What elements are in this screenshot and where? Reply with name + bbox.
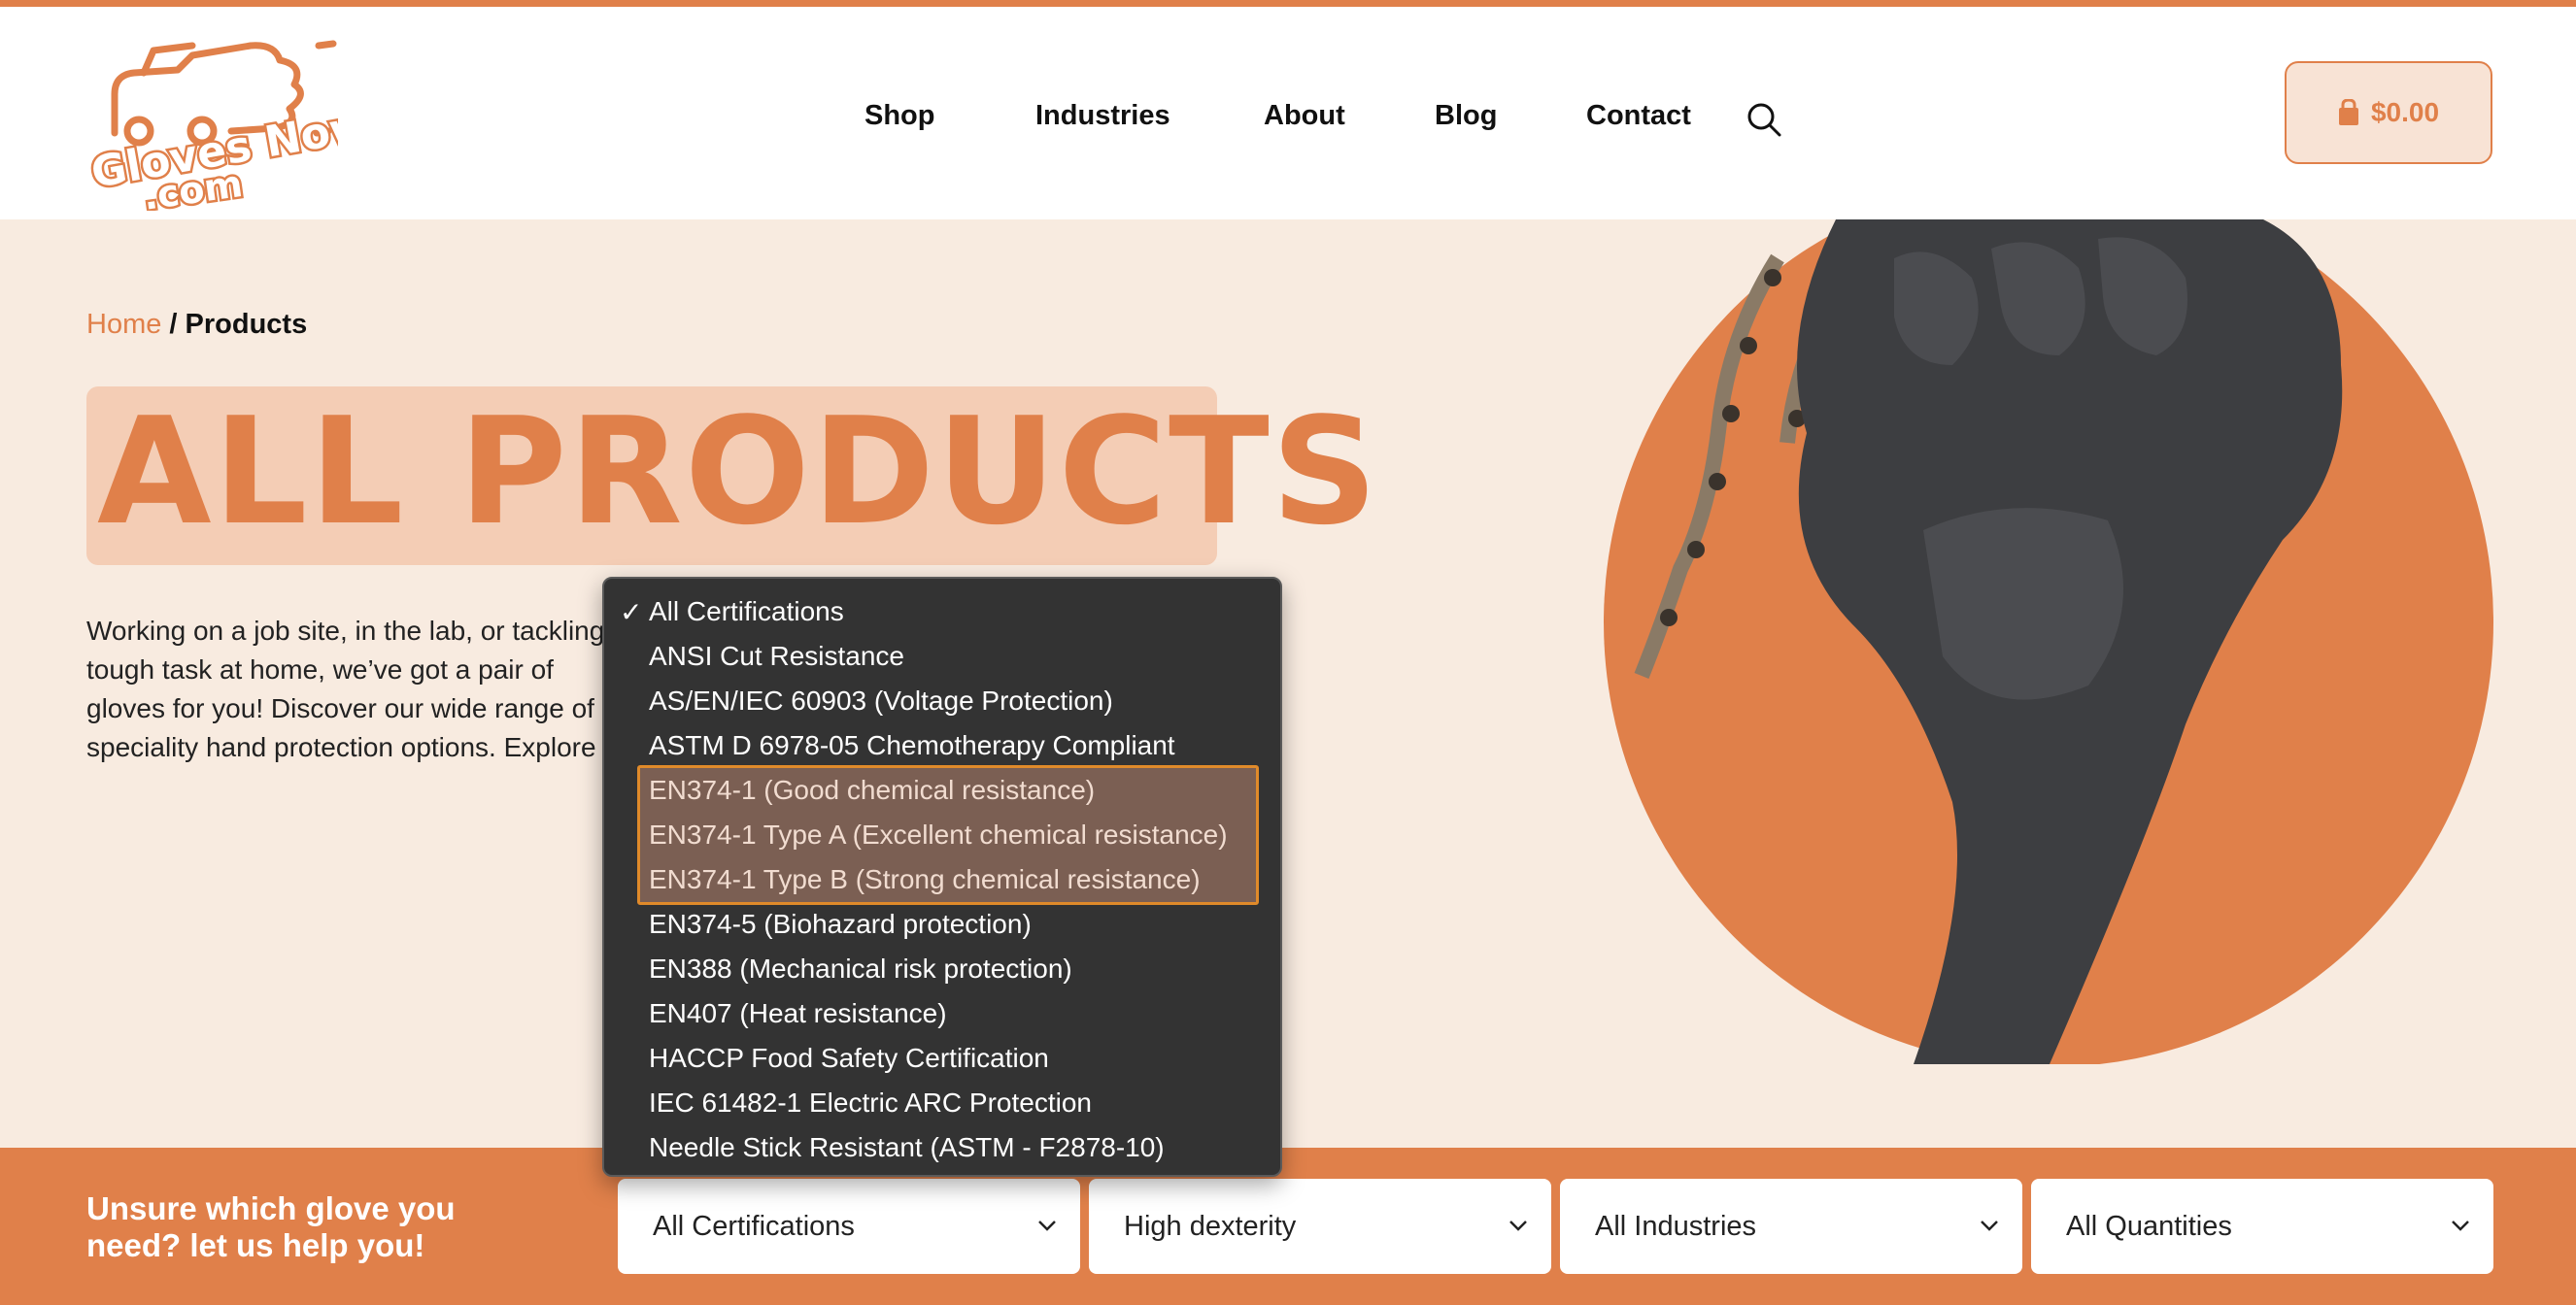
quantity-select-value: All Quantities bbox=[2066, 1210, 2232, 1242]
certification-select-value: All Certifications bbox=[653, 1210, 855, 1242]
option-all-certifications[interactable]: ✓ All Certifications bbox=[620, 596, 844, 627]
breadcrumb: Home / Products bbox=[86, 309, 307, 341]
breadcrumb-separator: / bbox=[161, 309, 186, 340]
certification-select[interactable]: All Certifications bbox=[618, 1179, 1080, 1274]
breadcrumb-current: Products bbox=[185, 309, 308, 340]
nav-shop[interactable]: Shop bbox=[864, 100, 935, 132]
shopping-bag-icon bbox=[2338, 99, 2358, 125]
hero-section: Home / Products ALL PRODUCTS Working on … bbox=[0, 219, 2576, 1148]
nav-contact[interactable]: Contact bbox=[1586, 100, 1691, 132]
glove-finder-bar: Unsure which glove you need? let us help… bbox=[0, 1148, 2576, 1305]
option-en374-5[interactable]: EN374-5 (Biohazard protection) bbox=[649, 909, 1032, 940]
breadcrumb-home-link[interactable]: Home bbox=[86, 309, 161, 340]
option-needle-stick[interactable]: Needle Stick Resistant (ASTM - F2878-10) bbox=[649, 1132, 1165, 1163]
quantity-select[interactable]: All Quantities bbox=[2031, 1179, 2493, 1274]
hero-glove-image bbox=[1604, 219, 2493, 1064]
glove-finder-help-text: Unsure which glove you need? let us help… bbox=[86, 1190, 456, 1263]
industry-select-value: All Industries bbox=[1595, 1210, 1757, 1242]
option-en388[interactable]: EN388 (Mechanical risk protection) bbox=[649, 954, 1072, 985]
option-chemotherapy[interactable]: ASTM D 6978-05 Chemotherapy Compliant bbox=[649, 730, 1175, 761]
checkmark-icon: ✓ bbox=[620, 597, 643, 627]
option-haccp[interactable]: HACCP Food Safety Certification bbox=[649, 1043, 1049, 1074]
nav-about[interactable]: About bbox=[1264, 100, 1345, 132]
chevron-down-icon bbox=[1981, 1221, 1998, 1231]
site-header: Gloves Now .com Shop Industries About Bl… bbox=[0, 7, 2576, 219]
chevron-down-icon bbox=[1509, 1221, 1527, 1231]
option-en374-1[interactable]: EN374-1 (Good chemical resistance) bbox=[649, 775, 1095, 806]
top-accent-stripe bbox=[0, 0, 2576, 7]
option-en374-1-type-b[interactable]: EN374-1 Type B (Strong chemical resistan… bbox=[649, 864, 1201, 895]
page-title: ALL PRODUCTS bbox=[97, 385, 1380, 557]
dexterity-select[interactable]: High dexterity bbox=[1089, 1179, 1551, 1274]
option-iec-61482[interactable]: IEC 61482-1 Electric ARC Protection bbox=[649, 1088, 1092, 1119]
nav-blog[interactable]: Blog bbox=[1435, 100, 1497, 132]
cart-total: $0.00 bbox=[2370, 97, 2440, 127]
option-ansi-cut[interactable]: ANSI Cut Resistance bbox=[649, 641, 904, 672]
chevron-down-icon bbox=[1038, 1221, 1056, 1231]
intro-text: Working on a job site, in the lab, or ta… bbox=[86, 616, 627, 762]
option-label: All Certifications bbox=[649, 596, 844, 626]
nav-industries[interactable]: Industries bbox=[1035, 100, 1170, 132]
cart-button[interactable]: $0.00 bbox=[2285, 61, 2492, 164]
option-voltage[interactable]: AS/EN/IEC 60903 (Voltage Protection) bbox=[649, 686, 1113, 717]
option-en407[interactable]: EN407 (Heat resistance) bbox=[649, 998, 947, 1029]
industry-select[interactable]: All Industries bbox=[1560, 1179, 2022, 1274]
chevron-down-icon bbox=[2452, 1221, 2469, 1231]
certification-dropdown-menu: ✓ All Certifications ANSI Cut Resistance… bbox=[602, 577, 1282, 1177]
dexterity-select-value: High dexterity bbox=[1124, 1210, 1297, 1242]
gloves-now-logo[interactable]: Gloves Now .com bbox=[85, 26, 338, 211]
option-en374-1-type-a[interactable]: EN374-1 Type A (Excellent chemical resis… bbox=[649, 820, 1228, 851]
search-icon[interactable] bbox=[1745, 100, 1783, 139]
